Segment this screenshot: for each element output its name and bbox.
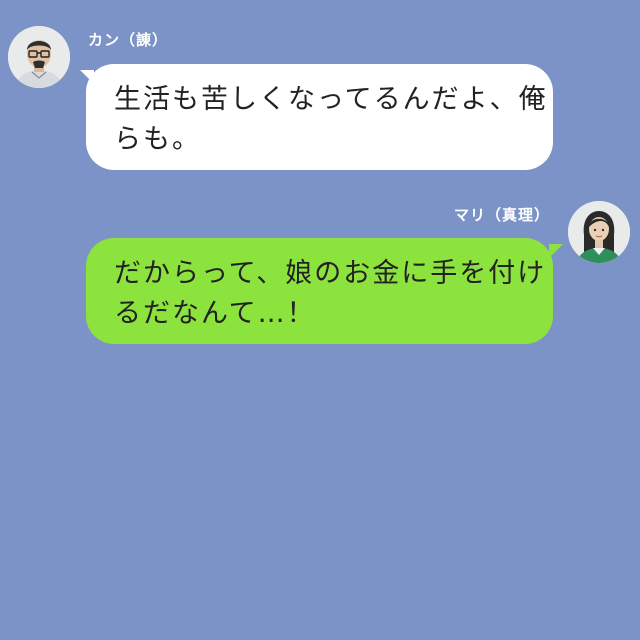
- sender-avatar-mari[interactable]: [568, 201, 630, 263]
- message-line: るだなんて…！: [114, 298, 316, 329]
- sender-avatar-kan[interactable]: [8, 26, 70, 88]
- man-glasses-avatar-icon: [8, 26, 70, 88]
- message-line: らも。: [114, 124, 201, 155]
- message-bubble-sent[interactable]: だからって、娘のお金に手を付け るだなんて…！: [86, 238, 553, 344]
- woman-avatar-icon: [568, 201, 630, 263]
- sender-name-kan: カン（諌）: [88, 31, 169, 49]
- message-line: だからって、娘のお金に手を付け: [114, 258, 547, 289]
- message-bubble-received[interactable]: 生活も苦しくなってるんだよ、俺 らも。: [86, 64, 553, 170]
- message-line: 生活も苦しくなってるんだよ、俺: [114, 84, 548, 115]
- sender-name-mari: マリ（真理）: [453, 206, 550, 224]
